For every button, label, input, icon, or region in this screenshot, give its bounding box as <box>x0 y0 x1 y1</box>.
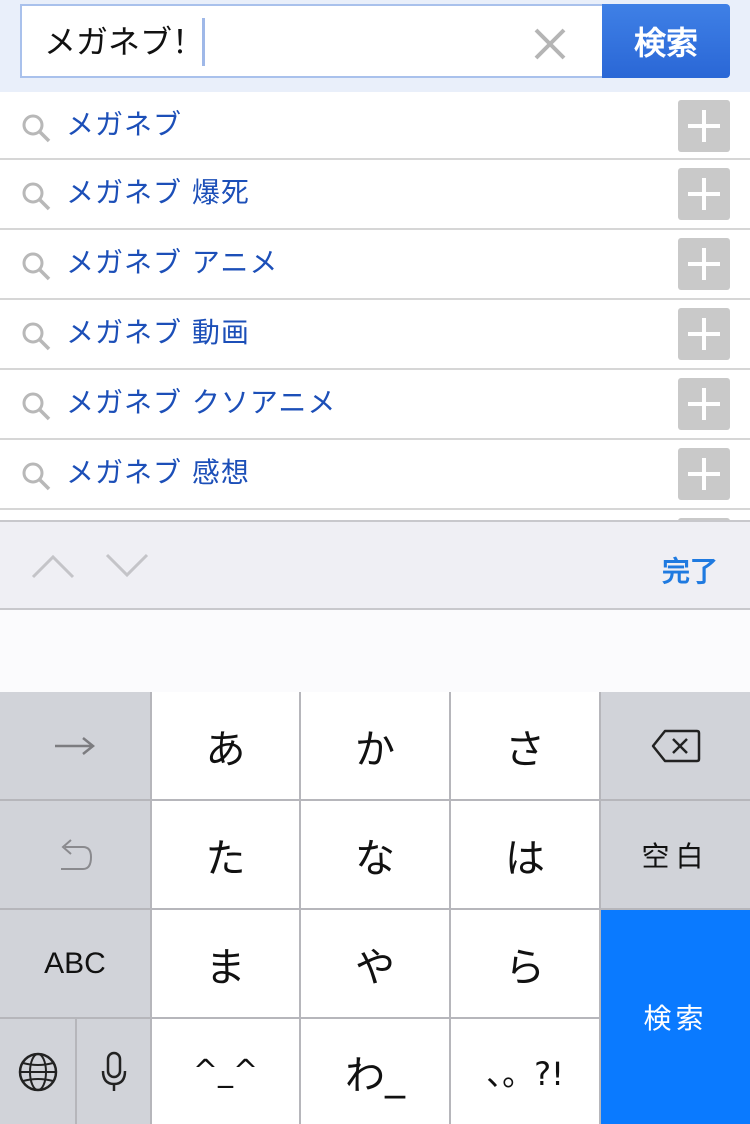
key-label: た <box>205 835 246 882</box>
plus-icon[interactable] <box>678 238 730 290</box>
search-key[interactable]: 検索 <box>601 910 750 1124</box>
backspace-key[interactable] <box>601 692 750 799</box>
key-label: 検索 <box>643 1002 708 1035</box>
suggestion-label: メガネブ アニメ <box>66 246 279 279</box>
key-ra[interactable]: ら <box>451 910 599 1017</box>
key-na[interactable]: な <box>301 801 449 908</box>
suggestion-list: メガネブ メガネブ 爆死 メガネブ アニメ メガネブ 動画 メガネブ クソアニメ… <box>0 92 750 520</box>
key-label: ま <box>205 944 246 991</box>
key-emoticon[interactable]: ^_^ <box>152 1019 299 1124</box>
japanese-keyboard: あ か さ た な は 空白 ABC ま や ら 検索 ^_^ わ_ 、。?! <box>0 692 750 1124</box>
search-header: メガネブ！ 検索 <box>0 0 750 92</box>
globe-icon <box>18 1052 57 1091</box>
search-icon <box>22 392 51 421</box>
search-icon <box>22 252 51 281</box>
arrow-right-key[interactable] <box>0 692 150 799</box>
keyboard-accessory-bar: 完了 <box>0 520 750 610</box>
search-button[interactable]: 検索 <box>602 4 730 78</box>
globe-key[interactable] <box>0 1019 75 1124</box>
key-ka[interactable]: か <box>301 692 449 799</box>
suggestion-label: メガネブ 動画 <box>66 316 250 349</box>
suggestion-item[interactable]: メガネブ <box>0 92 750 160</box>
candidate-bar <box>0 610 750 692</box>
search-icon <box>22 462 51 491</box>
plus-icon[interactable] <box>678 378 730 430</box>
key-label: か <box>355 726 395 773</box>
key-ha[interactable]: は <box>451 801 599 908</box>
key-wa[interactable]: わ_ <box>301 1019 449 1124</box>
undo-icon <box>61 838 93 870</box>
text-cursor <box>202 18 205 66</box>
search-input[interactable]: メガネブ！ <box>20 4 604 78</box>
suggestion-item[interactable]: メガネブ 動画 <box>0 300 750 370</box>
chevron-up-icon[interactable] <box>30 550 76 580</box>
key-label: や <box>355 944 395 991</box>
clear-icon[interactable] <box>530 24 570 64</box>
search-icon <box>22 322 51 351</box>
suggestion-item[interactable]: メガネブ 爆死 <box>0 160 750 230</box>
key-a[interactable]: あ <box>152 692 299 799</box>
suggestion-label: メガネブ <box>66 108 183 141</box>
key-ma[interactable]: ま <box>152 910 299 1017</box>
key-label: は <box>505 835 545 882</box>
key-label: ^_^ <box>192 1054 259 1089</box>
search-icon <box>22 182 51 211</box>
key-punctuation[interactable]: 、。?! <box>451 1019 599 1124</box>
plus-icon[interactable] <box>678 100 730 152</box>
suggestion-item[interactable]: メガネブ クソアニメ <box>0 370 750 440</box>
suggestion-item-partial[interactable] <box>0 510 750 520</box>
abc-key[interactable]: ABC <box>0 910 150 1017</box>
key-label: さ <box>505 726 545 773</box>
key-label: な <box>355 835 395 882</box>
suggestion-label: メガネブ 爆死 <box>66 176 250 209</box>
backspace-icon <box>651 729 700 762</box>
key-sa[interactable]: さ <box>451 692 599 799</box>
key-label: 空白 <box>641 839 710 873</box>
arrow-right-icon <box>55 736 96 755</box>
suggestion-label: メガネブ 感想 <box>66 456 250 489</box>
plus-icon[interactable] <box>678 448 730 500</box>
microphone-icon <box>101 1051 126 1091</box>
plus-icon[interactable] <box>678 168 730 220</box>
space-key[interactable]: 空白 <box>601 801 750 908</box>
suggestion-label: メガネブ クソアニメ <box>66 386 337 419</box>
plus-icon[interactable] <box>678 308 730 360</box>
search-query-text: メガネブ！ <box>44 23 205 61</box>
key-ta[interactable]: た <box>152 801 299 908</box>
suggestion-item[interactable]: メガネブ 感想 <box>0 440 750 510</box>
suggestion-item[interactable]: メガネブ アニメ <box>0 230 750 300</box>
chevron-down-icon[interactable] <box>104 552 150 582</box>
done-button[interactable]: 完了 <box>662 550 718 590</box>
key-label: ABC <box>44 946 106 980</box>
microphone-key[interactable] <box>77 1019 150 1124</box>
key-label: わ_ <box>345 1052 405 1099</box>
key-ya[interactable]: や <box>301 910 449 1017</box>
search-icon <box>22 114 51 143</box>
undo-key[interactable] <box>0 801 150 908</box>
key-label: ら <box>505 944 545 991</box>
key-label: 、。?! <box>486 1054 564 1093</box>
key-label: あ <box>205 726 246 773</box>
